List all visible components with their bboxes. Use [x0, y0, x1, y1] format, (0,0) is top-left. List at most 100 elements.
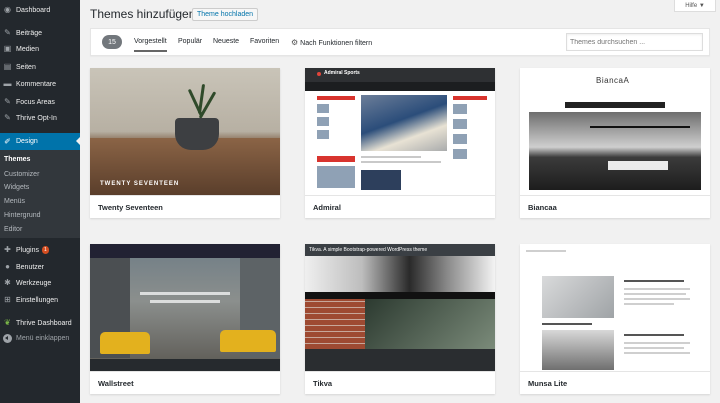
screenshot-photo [542, 276, 614, 318]
screenshot-text [624, 347, 684, 349]
tab-favorites[interactable]: Favoriten [250, 38, 279, 45]
menu-item-tools[interactable]: ✱ Werkzeuge [0, 275, 80, 291]
dashboard-icon: ◉ [4, 5, 11, 14]
menu-item-users[interactable]: ● Benutzer [0, 259, 80, 275]
theme-card[interactable]: Tikva. A simple Bootstrap-powered WordPr… [305, 244, 495, 394]
screenshot-block [453, 149, 467, 159]
screenshot-photo [529, 112, 701, 190]
submenu-menus[interactable]: Menüs [4, 198, 25, 205]
submenu-editor[interactable]: Editor [4, 226, 22, 233]
theme-screenshot[interactable]: TWENTY SEVENTEEN [90, 68, 280, 195]
menu-label: Dashboard [16, 6, 51, 14]
help-tab[interactable]: Hilfe ▼ [674, 0, 716, 12]
menu-label: Design [16, 138, 38, 145]
tab-latest[interactable]: Neueste [213, 38, 239, 45]
user-icon: ● [5, 262, 10, 271]
theme-card[interactable]: Admiral Sports Admiral [305, 68, 495, 218]
screenshot-text [542, 323, 592, 325]
screenshot-taxi [100, 332, 150, 354]
theme-card[interactable]: TWENTY SEVENTEEN Twenty Seventeen [90, 68, 280, 218]
theme-name: Admiral [313, 203, 341, 212]
menu-item-pages[interactable]: ▤ Seiten [0, 59, 80, 75]
gear-icon: ⚙ [291, 38, 299, 47]
theme-card[interactable]: BiancaA Biancaa [520, 68, 710, 218]
active-indicator [76, 137, 80, 145]
theme-name: Biancaa [528, 203, 557, 212]
theme-card[interactable]: Wallstreet [90, 244, 280, 394]
menu-item-design[interactable]: ✐ Design [0, 133, 80, 150]
design-submenu: Themes Customizer Widgets Menüs Hintergr… [0, 150, 80, 238]
screenshot-pier [590, 126, 690, 128]
screenshot-footer [305, 349, 495, 371]
screenshot-text [526, 250, 566, 252]
theme-name: Munsa Lite [528, 379, 568, 388]
screenshot-block [361, 170, 401, 190]
menu-item-thrive-dashboard[interactable]: ❦ Thrive Dashboard [0, 315, 80, 331]
menu-item-comments[interactable]: ▬ Kommentare [0, 76, 80, 92]
submenu-background[interactable]: Hintergrund [4, 212, 41, 219]
screenshot-block [317, 166, 355, 188]
submenu-customizer[interactable]: Customizer [4, 171, 39, 178]
collapse-label: Menü einklappen [16, 335, 70, 342]
update-count-badge: 1 [41, 246, 49, 254]
feature-filter-link[interactable]: ⚙ Nach Funktionen filtern [291, 38, 372, 47]
menu-item-settings[interactable]: ⊞ Einstellungen [0, 292, 80, 308]
screenshot-caption: TWENTY SEVENTEEN [100, 181, 180, 187]
tab-popular[interactable]: Populär [178, 38, 202, 45]
theme-screenshot[interactable]: Admiral Sports [305, 68, 495, 195]
theme-name: Wallstreet [98, 379, 134, 388]
menu-label: Thrive Dashboard [16, 319, 72, 327]
collapse-menu-button[interactable]: Menü einklappen [3, 334, 69, 343]
settings-icon: ⊞ [4, 295, 11, 304]
upload-theme-button[interactable]: Theme hochladen [192, 8, 259, 21]
tab-featured[interactable]: Vorgestellt [134, 38, 167, 52]
menu-label: Thrive Opt-In [16, 114, 57, 122]
theme-card[interactable]: Munsa Lite [520, 244, 710, 394]
screenshot-text [361, 161, 441, 163]
screenshot-text [624, 334, 684, 336]
screenshot-text [624, 280, 684, 282]
screenshot-block [317, 130, 329, 139]
theme-count-badge: 15 [102, 35, 122, 49]
menu-item-plugins[interactable]: ✚ Plugins 1 [0, 242, 80, 258]
theme-search-input[interactable] [566, 33, 703, 51]
menu-label: Beiträge [16, 29, 43, 37]
menu-item-dashboard[interactable]: ◉ Dashboard [0, 2, 80, 18]
menu-label: Medien [16, 45, 39, 53]
screenshot-photo [542, 330, 614, 370]
menu-label: Plugins [16, 246, 39, 254]
brush-icon: ✐ [4, 136, 11, 146]
theme-filter-bar: 15 Vorgestellt Populär Neueste Favoriten… [90, 28, 710, 56]
feature-filter-label: Nach Funktionen filtern [300, 40, 373, 47]
screenshot-header [90, 244, 280, 258]
plant-pot [175, 118, 219, 150]
screenshot-block [317, 117, 329, 126]
theme-screenshot[interactable]: BiancaA [520, 68, 710, 195]
plugin-icon: ✚ [4, 245, 11, 254]
admin-sidebar: ◉ Dashboard ✎ Beiträge ▣ Medien ▤ Seiten ▬ Ko… [0, 0, 80, 403]
screenshot-nav [305, 82, 495, 91]
screenshot-text [624, 293, 686, 295]
menu-item-focus-areas[interactable]: ✎ Focus Areas [0, 94, 80, 110]
screenshot-text [140, 292, 230, 295]
theme-screenshot[interactable] [520, 244, 710, 371]
screenshot-nav [565, 102, 665, 108]
theme-screenshot[interactable]: Tikva. A simple Bootstrap-powered WordPr… [305, 244, 495, 371]
theme-name: Twenty Seventeen [98, 203, 163, 212]
screenshot-title: BiancaA [596, 76, 630, 85]
menu-label: Seiten [16, 63, 36, 71]
menu-label: Werkzeuge [16, 279, 52, 287]
submenu-themes[interactable]: Themes [4, 156, 30, 163]
menu-item-posts[interactable]: ✎ Beiträge [0, 25, 80, 41]
page-title: Themes hinzufügen [90, 7, 196, 21]
screenshot-hero [361, 95, 447, 151]
menu-item-thrive-opt-in[interactable]: ✎ Thrive Opt-In [0, 110, 80, 126]
theme-screenshot[interactable] [90, 244, 280, 371]
screenshot-logo [317, 72, 321, 76]
menu-item-media[interactable]: ▣ Medien [0, 41, 80, 57]
pin-icon: ✎ [4, 97, 11, 106]
screenshot-photo [305, 299, 365, 349]
submenu-widgets[interactable]: Widgets [4, 184, 29, 191]
screenshot-brand: Admiral Sports [324, 70, 360, 76]
screenshot-banner [305, 256, 495, 292]
